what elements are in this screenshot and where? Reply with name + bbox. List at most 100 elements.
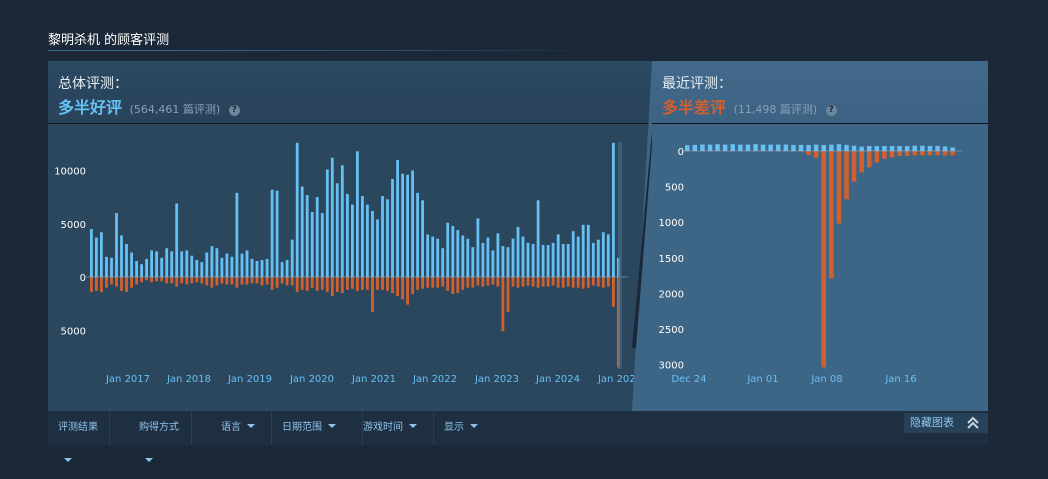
bar-negative[interactable] (406, 277, 409, 305)
bar-positive[interactable] (920, 146, 925, 151)
bar-negative[interactable] (822, 151, 827, 367)
filter-purchase-type[interactable]: 购得方式 (129, 411, 192, 445)
bar-positive[interactable] (261, 260, 264, 277)
bar-positive[interactable] (326, 169, 329, 277)
bar-negative[interactable] (928, 151, 933, 155)
bar-negative[interactable] (537, 277, 540, 288)
bar-positive[interactable] (507, 247, 510, 277)
bar-negative[interactable] (200, 277, 203, 283)
bar-negative[interactable] (241, 277, 244, 285)
bar-positive[interactable] (140, 264, 143, 277)
bar-positive[interactable] (512, 239, 515, 277)
bar-negative[interactable] (226, 277, 229, 285)
bar-positive[interactable] (311, 212, 314, 277)
bar-positive[interactable] (281, 262, 284, 277)
bar-negative[interactable] (431, 277, 434, 288)
filter-language[interactable]: 语言 (211, 411, 272, 445)
bar-positive[interactable] (829, 145, 834, 151)
bar-positive[interactable] (175, 204, 178, 278)
bar-positive[interactable] (436, 239, 439, 277)
bar-positive[interactable] (685, 145, 690, 151)
bar-negative[interactable] (421, 277, 424, 289)
bar-positive[interactable] (492, 250, 495, 277)
bar-positive[interactable] (731, 144, 736, 151)
bar-positive[interactable] (180, 251, 183, 277)
bar-negative[interactable] (466, 277, 469, 288)
question-icon[interactable]: ? (229, 105, 240, 116)
bar-positive[interactable] (822, 145, 827, 151)
bar-negative[interactable] (441, 277, 444, 287)
bar-negative[interactable] (552, 277, 555, 286)
bar-negative[interactable] (115, 277, 118, 287)
bar-negative[interactable] (602, 277, 605, 288)
bar-positive[interactable] (753, 144, 758, 151)
bar-positive[interactable] (366, 205, 369, 277)
bar-negative[interactable] (592, 277, 595, 286)
bar-negative[interactable] (100, 277, 103, 292)
bar-positive[interactable] (90, 229, 93, 277)
bar-positive[interactable] (837, 144, 842, 151)
bar-positive[interactable] (130, 253, 133, 278)
bar-positive[interactable] (271, 190, 274, 277)
bar-negative[interactable] (306, 277, 309, 291)
bar-positive[interactable] (331, 158, 334, 277)
bar-positive[interactable] (160, 258, 163, 277)
bar-positive[interactable] (341, 165, 344, 277)
bar-negative[interactable] (286, 277, 289, 286)
bar-negative[interactable] (291, 277, 294, 286)
bar-positive[interactable] (477, 218, 480, 277)
bar-negative[interactable] (160, 277, 163, 281)
bar-positive[interactable] (715, 144, 720, 151)
bar-positive[interactable] (693, 145, 698, 151)
bar-positive[interactable] (190, 256, 193, 277)
bar-negative[interactable] (396, 277, 399, 296)
bar-positive[interactable] (552, 243, 555, 277)
bar-negative[interactable] (567, 277, 570, 287)
bar-negative[interactable] (542, 277, 545, 287)
bar-negative[interactable] (296, 277, 299, 292)
bar-positive[interactable] (150, 250, 153, 277)
bar-positive[interactable] (356, 151, 359, 277)
bar-negative[interactable] (316, 277, 319, 291)
bar-negative[interactable] (95, 277, 98, 291)
bar-positive[interactable] (376, 220, 379, 278)
bar-negative[interactable] (411, 277, 414, 294)
bar-negative[interactable] (331, 277, 334, 296)
bar-negative[interactable] (165, 277, 168, 283)
bar-positive[interactable] (471, 247, 474, 277)
bar-negative[interactable] (562, 277, 565, 288)
bar-positive[interactable] (170, 251, 173, 277)
bar-negative[interactable] (532, 277, 535, 287)
filter-playtime[interactable]: 游戏时间 (353, 411, 434, 445)
bar-positive[interactable] (502, 246, 505, 277)
bar-negative[interactable] (321, 277, 324, 290)
bar-positive[interactable] (296, 143, 299, 277)
bar-positive[interactable] (416, 193, 419, 277)
bar-negative[interactable] (522, 277, 525, 287)
bar-negative[interactable] (195, 277, 198, 282)
bar-positive[interactable] (401, 174, 404, 277)
bar-positive[interactable] (602, 232, 605, 277)
bar-negative[interactable] (935, 151, 940, 155)
bar-positive[interactable] (221, 258, 224, 277)
bar-negative[interactable] (180, 277, 183, 283)
bar-positive[interactable] (913, 146, 918, 151)
bar-negative[interactable] (276, 277, 279, 288)
bar-negative[interactable] (261, 277, 264, 286)
bar-positive[interactable] (738, 145, 743, 151)
bar-positive[interactable] (890, 146, 895, 151)
bar-positive[interactable] (291, 240, 294, 277)
bar-positive[interactable] (411, 171, 414, 278)
hide-chart-button[interactable]: 隐藏图表 (904, 413, 988, 433)
bar-positive[interactable] (905, 146, 910, 151)
bar-negative[interactable] (814, 151, 819, 158)
bar-negative[interactable] (557, 277, 560, 288)
bar-negative[interactable] (110, 277, 113, 285)
bar-positive[interactable] (522, 237, 525, 278)
bar-negative[interactable] (190, 277, 193, 283)
bar-positive[interactable] (135, 261, 138, 277)
bar-positive[interactable] (582, 225, 585, 277)
bar-negative[interactable] (829, 151, 834, 278)
bar-negative[interactable] (175, 277, 178, 287)
bar-negative[interactable] (371, 277, 374, 312)
